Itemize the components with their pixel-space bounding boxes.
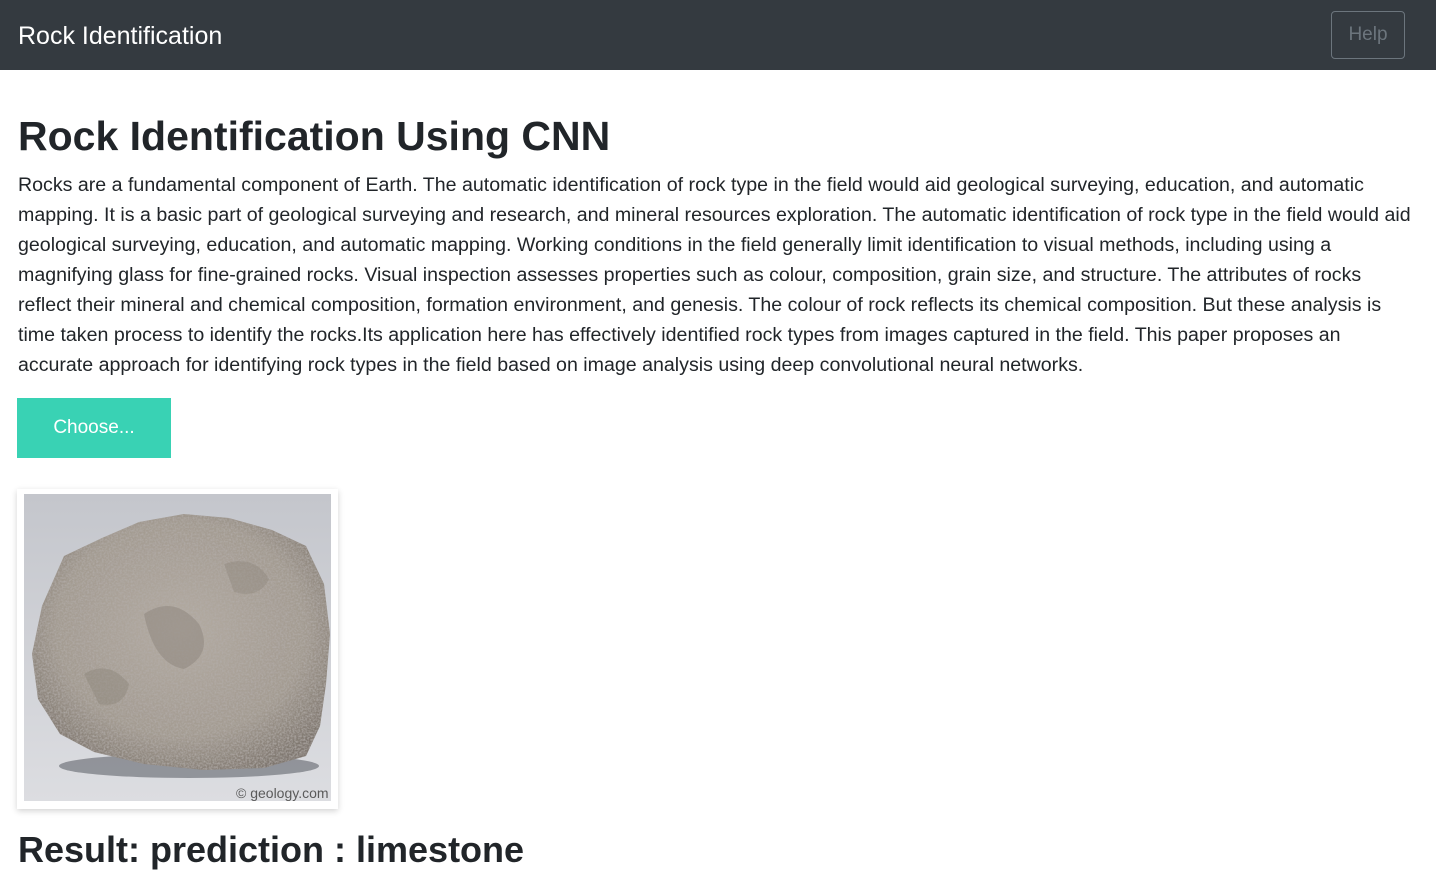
help-button[interactable]: Help [1331,11,1405,59]
page-title: Rock Identification Using CNN [18,113,611,159]
choose-file-button[interactable]: Choose... [17,398,171,458]
navbar: Rock Identification Help [0,0,1436,70]
image-preview-frame: © geology.com [17,489,338,809]
prediction-result: Result: prediction : limestone [18,829,525,870]
image-watermark: © geology.com [236,785,329,801]
navbar-brand[interactable]: Rock Identification [18,20,222,52]
description-text: Rocks are a fundamental component of Ear… [18,174,1411,376]
rock-image: © geology.com [24,494,331,801]
